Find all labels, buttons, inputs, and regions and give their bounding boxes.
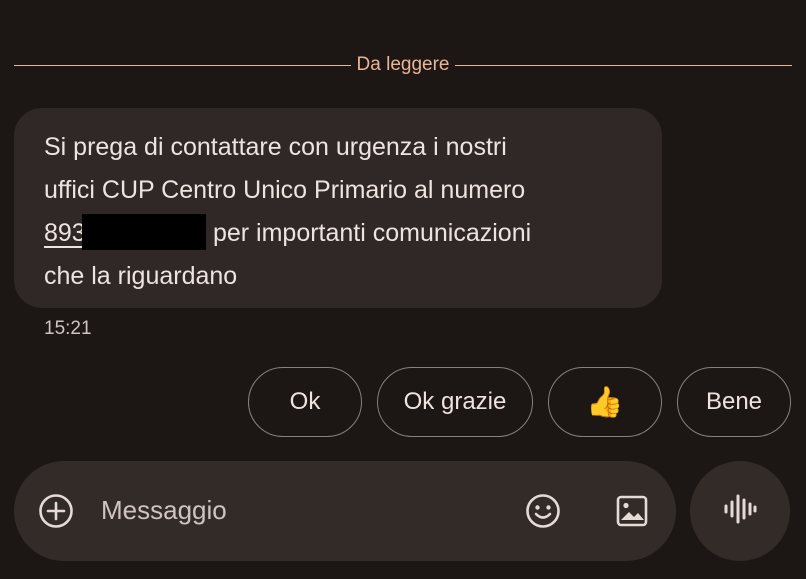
message-line-3-text: per importanti comunicazioni: [212, 219, 532, 247]
emoji-icon[interactable]: [525, 493, 561, 529]
smart-reply-bar: Ok Ok grazie 👍 Bene: [0, 367, 806, 439]
gallery-icon[interactable]: [614, 493, 650, 529]
message-line-3: 893 per importanti comunicazioni: [44, 212, 644, 255]
phone-number-link[interactable]: 893: [44, 212, 206, 250]
message-line-4: che la riguardano: [44, 262, 238, 290]
smart-reply-ok-grazie[interactable]: Ok grazie: [377, 367, 533, 437]
unread-label: Da leggere: [356, 54, 450, 75]
message-composer: Messaggio: [14, 461, 676, 561]
phone-number-visible: 893: [44, 219, 86, 247]
message-line-2: uffici CUP Centro Unico Primario al nume…: [44, 176, 526, 204]
divider-line-left: [14, 64, 351, 66]
smart-reply-bene[interactable]: Bene: [677, 367, 791, 437]
message-timestamp: 15:21: [44, 318, 92, 339]
redaction-box: [82, 214, 206, 250]
add-icon[interactable]: [38, 493, 74, 529]
divider-line-right: [455, 64, 793, 66]
unread-divider: Da leggere: [14, 52, 793, 78]
voice-message-button[interactable]: [690, 461, 790, 561]
message-bubble[interactable]: Si prega di contattare con urgenza i nos…: [14, 108, 662, 308]
message-line-1: Si prega di contattare con urgenza i nos…: [44, 133, 507, 161]
smart-reply-thumbs-up[interactable]: 👍: [548, 367, 662, 437]
message-input[interactable]: Messaggio: [101, 495, 227, 526]
message-text: Si prega di contattare con urgenza i nos…: [44, 126, 644, 298]
smart-reply-ok[interactable]: Ok: [248, 367, 362, 437]
voice-icon: [722, 491, 758, 532]
